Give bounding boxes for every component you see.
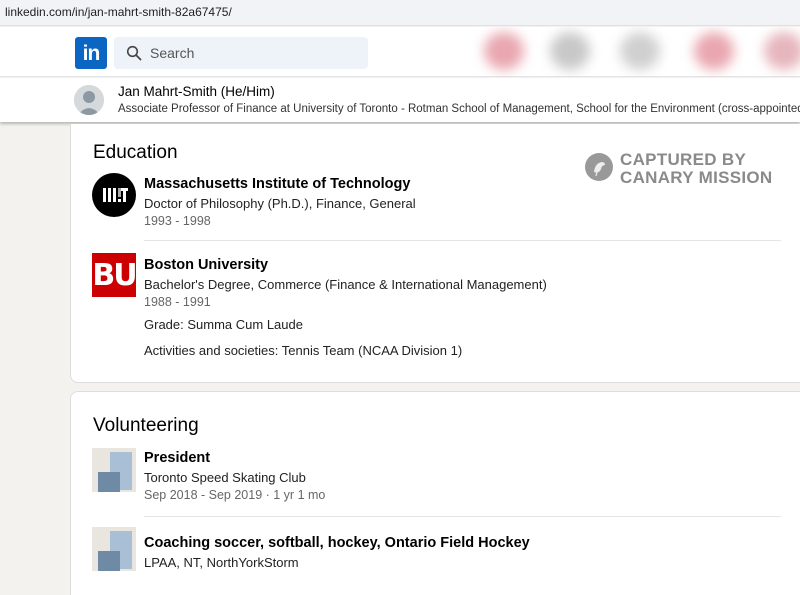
date-range: 1988 - 1991 <box>144 295 211 309</box>
date-range: 1993 - 1998 <box>144 214 211 228</box>
volunteering-heading: Volunteering <box>93 415 199 436</box>
education-item-bu: BU Boston University Bachelor's Degree, … <box>71 253 800 367</box>
mit-logo-glyph-icon <box>103 188 128 202</box>
search-box[interactable] <box>114 37 368 69</box>
canary-mission-watermark: CAPTURED BY CANARY MISSION <box>585 151 785 191</box>
volunteer-org: LPAA, NT, NorthYorkStorm <box>144 555 299 570</box>
url-text[interactable]: linkedin.com/in/jan-mahrt-smith-82a67475… <box>5 5 232 19</box>
organization-placeholder-icon[interactable] <box>92 448 136 492</box>
watermark-line2: CANARY MISSION <box>620 168 773 187</box>
top-navigation: in <box>0 27 800 77</box>
bird-icon <box>585 153 613 181</box>
date-range: Sep 2018 - Sep 2019 · 1 yr 1 mo <box>144 488 326 502</box>
search-input[interactable] <box>150 37 360 69</box>
school-name[interactable]: Boston University <box>144 257 268 273</box>
search-icon <box>126 45 142 61</box>
volunteer-item: President Toronto Speed Skating Club Sep… <box>71 448 800 510</box>
volunteer-role: Coaching soccer, softball, hockey, Ontar… <box>144 535 530 551</box>
activities-text: Activities and societies: Tennis Team (N… <box>144 343 463 358</box>
avatar[interactable] <box>74 85 104 115</box>
divider <box>144 516 781 517</box>
browser-address-bar[interactable]: linkedin.com/in/jan-mahrt-smith-82a67475… <box>0 0 800 26</box>
watermark-line1: CAPTURED BY <box>620 150 747 169</box>
school-name[interactable]: Massachusetts Institute of Technology <box>144 176 410 192</box>
organization-placeholder-icon[interactable] <box>92 527 136 571</box>
linkedin-logo-icon[interactable]: in <box>75 37 107 69</box>
bu-logo-icon[interactable]: BU <box>92 253 138 297</box>
user-placeholder-icon <box>74 85 104 115</box>
divider <box>144 240 781 241</box>
profile-headline: Associate Professor of Finance at Univer… <box>118 103 800 115</box>
education-heading: Education <box>93 142 178 163</box>
blurred-nav-icons <box>472 27 800 77</box>
volunteer-role: President <box>144 450 211 466</box>
volunteer-item: Coaching soccer, softball, hockey, Ontar… <box>71 527 800 595</box>
grade-text: Grade: Summa Cum Laude <box>144 317 303 332</box>
volunteering-section: Volunteering President Toronto Speed Ska… <box>70 391 800 595</box>
mit-logo-icon[interactable] <box>92 173 136 217</box>
degree-text: Doctor of Philosophy (Ph.D.), Finance, G… <box>144 196 416 211</box>
sticky-profile-bar: Jan Mahrt-Smith (He/Him) Associate Profe… <box>0 78 800 122</box>
volunteer-org: Toronto Speed Skating Club <box>144 470 306 485</box>
degree-text: Bachelor's Degree, Commerce (Finance & I… <box>144 277 547 292</box>
profile-name: Jan Mahrt-Smith (He/Him) <box>118 84 275 99</box>
